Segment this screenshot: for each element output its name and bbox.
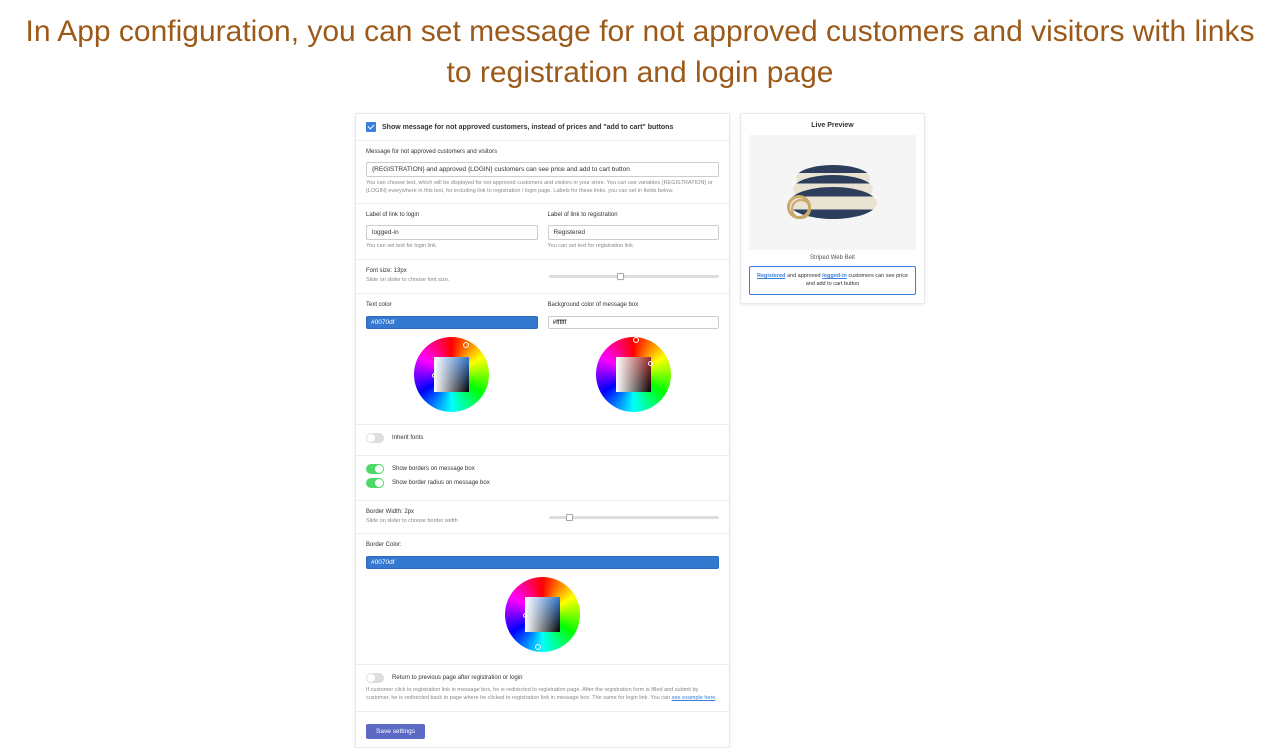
preview-title: Live Preview: [749, 122, 916, 129]
border-width-slider-handle[interactable]: [566, 514, 573, 521]
bg-color-wheel[interactable]: [596, 337, 671, 412]
border-width-label: Border Width: 2px: [366, 509, 537, 515]
bg-color-input[interactable]: [548, 316, 720, 329]
border-color-input[interactable]: [366, 556, 719, 569]
section-border-color: Border Color:: [356, 534, 729, 665]
app-wrapper: Show message for not approved customers,…: [0, 113, 1280, 748]
show-border-radius-toggle[interactable]: [366, 478, 384, 488]
message-help: You can choose text, which will be displ…: [366, 180, 719, 195]
section-border-width: Border Width: 2px Slide on slider to cho…: [356, 501, 729, 535]
border-color-label: Border Color:: [366, 542, 719, 548]
preview-registration-link[interactable]: Registered: [757, 273, 785, 279]
section-borders: Show borders on message box Show border …: [356, 456, 729, 501]
section-colors: Text color Background color of message b…: [356, 294, 729, 425]
show-borders-toggle[interactable]: [366, 464, 384, 474]
preview-login-link[interactable]: logged-in: [822, 273, 847, 279]
bg-color-label: Background color of message box: [548, 302, 720, 308]
preview-panel: Live Preview Striped Web Belt Registered…: [740, 113, 925, 304]
save-settings-button[interactable]: Save settings: [366, 724, 425, 739]
section-save: Save settings: [356, 712, 729, 747]
message-input[interactable]: [366, 162, 719, 177]
section-font-size: Font size: 13px Slide on slider to choos…: [356, 260, 729, 294]
font-size-slider[interactable]: [549, 275, 720, 278]
section-show-message: Show message for not approved customers,…: [356, 114, 729, 141]
belt-illustration: [783, 157, 883, 229]
registration-link-label: Label of link to registration: [548, 212, 720, 218]
inherit-fonts-toggle[interactable]: [366, 433, 384, 443]
inherit-fonts-label: Inherit fonts: [392, 435, 423, 441]
section-inherit-fonts: Inherit fonts: [356, 425, 729, 456]
product-image: [749, 135, 916, 250]
return-previous-label: Return to previous page after registrati…: [392, 675, 522, 681]
border-width-help: Slide on slider to choose border width: [366, 518, 537, 526]
message-label: Message for not approved customers and v…: [366, 149, 719, 155]
border-color-wheel[interactable]: [505, 577, 580, 652]
text-color-input[interactable]: [366, 316, 538, 329]
return-help-pre: If customer click to registration link i…: [366, 687, 698, 701]
font-size-slider-handle[interactable]: [617, 273, 624, 280]
font-size-help: Slide on slider to choose font size.: [366, 277, 537, 285]
show-message-label: Show message for not approved customers,…: [382, 124, 673, 131]
login-link-label: Label of link to login: [366, 212, 538, 218]
text-color-wheel[interactable]: [414, 337, 489, 412]
show-borders-label: Show borders on message box: [392, 466, 475, 472]
product-name: Striped Web Belt: [749, 255, 916, 261]
page-title: In App configuration, you can set messag…: [0, 0, 1280, 113]
text-color-label: Text color: [366, 302, 538, 308]
preview-msg-mid: and approved: [785, 273, 822, 279]
login-link-input[interactable]: [366, 225, 538, 240]
return-previous-toggle[interactable]: [366, 673, 384, 683]
section-return-previous: Return to previous page after registrati…: [356, 665, 729, 711]
section-message: Message for not approved customers and v…: [356, 141, 729, 204]
return-previous-help: If customer click to registration link i…: [366, 687, 719, 702]
registration-link-help: You can set text for registration link.: [548, 243, 720, 251]
border-width-slider[interactable]: [549, 516, 720, 519]
font-size-label: Font size: 13px: [366, 268, 537, 274]
config-panel: Show message for not approved customers,…: [355, 113, 730, 748]
show-message-checkbox[interactable]: [366, 122, 376, 132]
preview-message-box: Registered and approved logged-in custom…: [749, 266, 916, 295]
see-example-link[interactable]: see example here: [672, 695, 716, 701]
section-link-labels: Label of link to login You can set text …: [356, 204, 729, 260]
registration-link-input[interactable]: [548, 225, 720, 240]
login-link-help: You can set text for login link.: [366, 243, 538, 251]
show-border-radius-label: Show border radius on message box: [392, 480, 490, 486]
